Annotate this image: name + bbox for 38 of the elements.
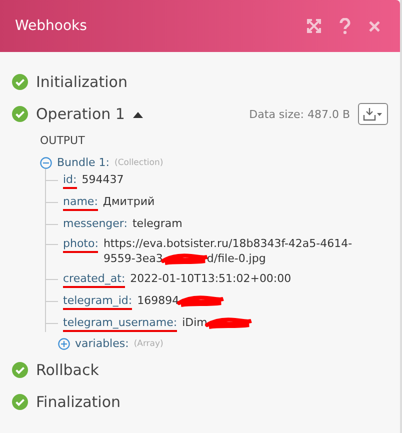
- redaction-scribble: [177, 294, 226, 308]
- expand-circle-icon[interactable]: [58, 338, 70, 350]
- close-icon[interactable]: [369, 20, 380, 32]
- field-value: Дмитрий: [102, 194, 155, 209]
- download-button[interactable]: [358, 103, 388, 125]
- field-key: id:: [63, 172, 77, 189]
- field-key: name:: [63, 194, 98, 211]
- variables-label[interactable]: variables:: [75, 337, 129, 350]
- field-key: created_at:: [63, 271, 126, 288]
- field-value: https://eva.botsister.ru/18b8343f-42a5-4614-: [103, 236, 352, 251]
- type-label: (Array): [134, 338, 164, 348]
- caret-icon[interactable]: [132, 110, 143, 118]
- step-label[interactable]: Operation 1: [36, 105, 125, 123]
- expand-icon[interactable]: [307, 19, 321, 33]
- download-icon: [363, 107, 383, 121]
- field-value: 2022-01-10T13:51:02+00:00: [130, 271, 292, 286]
- field-value: telegram: [132, 216, 182, 231]
- bundle-label[interactable]: Bundle 1:: [57, 156, 110, 169]
- field-value: iDim: [182, 315, 208, 330]
- field-key: photo:: [63, 236, 98, 253]
- window-title: Webhooks: [15, 18, 88, 34]
- field-key: telegram_username:: [63, 315, 178, 332]
- field-key: telegram_id:: [63, 293, 132, 310]
- help-icon[interactable]: [339, 18, 351, 34]
- output-heading: OUTPUT: [40, 134, 86, 147]
- collapse-icon[interactable]: [40, 156, 52, 168]
- step-label: Initialization: [36, 73, 128, 91]
- field-value: 169894: [137, 293, 180, 308]
- data-size: Data size: 487.0 B: [249, 108, 350, 120]
- field-key: messenger:: [63, 216, 128, 231]
- step-label: Finalization: [36, 393, 121, 411]
- step-label: Rollback: [36, 361, 99, 379]
- type-label: (Collection): [114, 158, 164, 168]
- field-value: 9559-3ea3: [103, 251, 163, 266]
- redaction-scribble: [205, 316, 254, 330]
- field-value: d/file-0.jpg: [206, 251, 266, 266]
- redaction-scribble: [160, 252, 209, 266]
- field-value: 594437: [82, 172, 124, 187]
